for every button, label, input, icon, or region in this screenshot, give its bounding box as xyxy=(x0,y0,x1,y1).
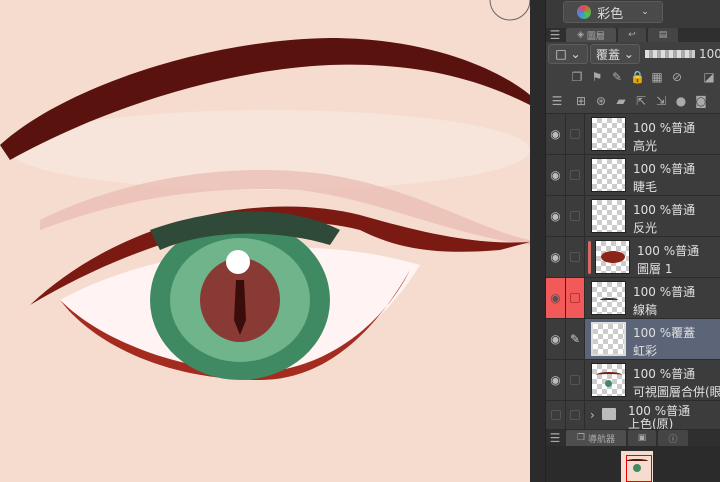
layer-color-marker xyxy=(588,241,591,274)
layer-thumbnail xyxy=(591,281,626,315)
opacity-value: 100 xyxy=(699,47,720,61)
layer-thumbnail xyxy=(591,158,626,192)
tab-animation[interactable]: ▤ xyxy=(648,28,678,42)
layer-row[interactable]: ◉ 100 %普通 圖層 1 xyxy=(546,237,720,278)
create-mask-icon[interactable]: ● xyxy=(674,94,688,108)
layer-thumbnail xyxy=(591,117,626,151)
visibility-eye-icon[interactable]: ◉ xyxy=(546,237,566,277)
layer-lock-toolbar: ❐ ⚑ ✎ 🔒 ▦ ⊘ ◪ xyxy=(546,66,720,88)
undo-icon: ↩ xyxy=(628,30,636,40)
visibility-eye-icon[interactable]: ◉ xyxy=(546,155,566,195)
clapper-icon: ▤ xyxy=(658,30,668,40)
color-wheel-icon xyxy=(577,5,592,19)
pen-edit-icon: ✎ xyxy=(566,319,585,359)
layer-row[interactable]: ◉ 100 %普通 高光 xyxy=(546,114,720,155)
visibility-eye-icon[interactable]: ◉ xyxy=(546,196,566,236)
layer-property-bar: □ ⌄ 覆蓋 ⌄ 100 xyxy=(546,42,720,66)
layer-name: 上色(原) xyxy=(628,417,674,430)
draft-icon[interactable]: ✎ xyxy=(610,70,624,84)
folder-icon xyxy=(602,408,616,420)
menu-icon[interactable]: ☰ xyxy=(548,28,562,42)
tab-navigator-label: 導航器 xyxy=(587,434,615,445)
layer-opacity-mode: 100 %普通 xyxy=(637,244,700,258)
tab-sub-view[interactable]: ▣ xyxy=(628,430,656,446)
opacity-slider[interactable] xyxy=(645,50,695,58)
layer-opacity-mode: 100 %普通 xyxy=(633,285,696,299)
layer-name: 虹彩 xyxy=(633,344,658,358)
navigator-icon: ❐ xyxy=(577,433,586,443)
tab-info[interactable]: ⓘ xyxy=(658,430,688,446)
merge-down-icon[interactable]: ⇲ xyxy=(654,94,668,108)
tab-layers-label: 圖層 xyxy=(586,31,605,42)
layer-opacity-mode: 100 %覆蓋 xyxy=(633,326,696,340)
lock-checkbox[interactable] xyxy=(566,155,585,195)
layer-name: 圖層 1 xyxy=(637,262,673,276)
new-vector-layer-icon[interactable]: ⊛ xyxy=(594,94,608,108)
layer-row[interactable]: ◉ 100 %普通 線稿 xyxy=(546,278,720,319)
layer-thumbnail xyxy=(591,322,626,356)
lock-checkbox[interactable] xyxy=(566,401,585,429)
tab-navigator[interactable]: ❐ 導航器 xyxy=(566,430,626,446)
layer-thumbnail xyxy=(591,363,626,397)
layer-name: 高光 xyxy=(633,139,658,153)
transfer-up-icon[interactable]: ⇱ xyxy=(634,94,648,108)
layer-row[interactable]: ◉ 100 %普通 可視圖層合併(眼珠 xyxy=(546,360,720,401)
layer-name: 反光 xyxy=(633,221,658,235)
visibility-eye-icon[interactable]: ◉ xyxy=(546,319,566,359)
tab-history[interactable]: ↩ xyxy=(618,28,646,42)
layer-row[interactable]: ◉ 100 %普通 睫毛 xyxy=(546,155,720,196)
lock-checkbox[interactable] xyxy=(566,114,585,154)
mask-icon[interactable]: ⊘ xyxy=(670,70,684,84)
right-panel: 彩色 ⌄ ☰ ◈ 圖層 ↩ ▤ □ ⌄ 覆蓋 ⌄ 100 ❐ ⚑ ✎ 🔒 ▦ ⊘… xyxy=(530,0,720,482)
panel-scroll-strip[interactable] xyxy=(530,0,546,482)
lock-checkbox[interactable] xyxy=(566,360,585,400)
layer-row-selected[interactable]: ◉ ✎ 100 %覆蓋 虹彩 xyxy=(546,319,720,360)
reference-icon[interactable]: ⚑ xyxy=(590,70,604,84)
layer-folder-row[interactable]: › 100 %普通 上色(原) xyxy=(546,401,720,430)
layer-name: 可視圖層合併(眼珠 xyxy=(633,385,720,399)
layer-thumbnail xyxy=(595,240,630,274)
lock-transparency-icon[interactable]: ▦ xyxy=(650,70,664,84)
chevron-right-icon[interactable]: › xyxy=(590,408,595,422)
lock-icon[interactable]: 🔒 xyxy=(630,70,645,84)
clip-icon[interactable]: ❐ xyxy=(570,70,584,84)
layer-opacity-mode: 100 %普通 xyxy=(633,162,696,176)
viewport-frame[interactable] xyxy=(626,455,652,482)
menu-icon[interactable]: ☰ xyxy=(548,431,562,445)
camera-icon[interactable]: ◙ xyxy=(694,94,708,108)
panel-tabs: ☰ ◈ 圖層 ↩ ▤ xyxy=(546,28,720,42)
lock-checkbox[interactable] xyxy=(566,196,585,236)
layer-thumbnail xyxy=(591,199,626,233)
navigator-view[interactable] xyxy=(546,446,720,482)
layer-row[interactable]: ◉ 100 %普通 反光 xyxy=(546,196,720,237)
layer-opacity-mode: 100 %普通 xyxy=(633,367,696,381)
visibility-checkbox[interactable] xyxy=(546,401,566,429)
lock-checkbox[interactable] xyxy=(566,237,585,277)
layer-color-button[interactable]: □ ⌄ xyxy=(548,44,588,64)
new-folder-icon[interactable]: ▰ xyxy=(614,94,628,108)
mask-disable-icon[interactable]: ◪ xyxy=(702,70,716,84)
navigator-tabs: ☰ ❐ 導航器 ▣ ⓘ xyxy=(546,430,720,446)
navigator-preview xyxy=(621,451,653,482)
color-mode-select[interactable]: 彩色 ⌄ xyxy=(563,1,663,23)
layers-icon: ◈ xyxy=(577,30,585,40)
new-raster-layer-icon[interactable]: ⊞ xyxy=(574,94,588,108)
layer-action-toolbar: ☰ ⊞ ⊛ ▰ ⇱ ⇲ ● ◙ xyxy=(546,88,720,114)
lock-checkbox[interactable] xyxy=(566,278,585,318)
chevron-down-icon: ⌄ xyxy=(641,7,649,17)
layer-opacity-mode: 100 %普通 xyxy=(633,121,696,135)
color-mode-label: 彩色 xyxy=(597,6,624,22)
blend-mode-select[interactable]: 覆蓋 ⌄ xyxy=(590,44,640,64)
visibility-eye-icon[interactable]: ◉ xyxy=(546,360,566,400)
layer-name: 睫毛 xyxy=(633,180,658,194)
visibility-eye-icon[interactable]: ◉ xyxy=(546,278,566,318)
layer-opacity-mode: 100 %普通 xyxy=(633,203,696,217)
drawing-canvas[interactable] xyxy=(0,0,530,482)
layer-list-icon[interactable]: ☰ xyxy=(550,94,564,108)
tab-layers[interactable]: ◈ 圖層 xyxy=(566,28,616,42)
blend-mode-label: 覆蓋 xyxy=(596,47,621,62)
layer-name: 線稿 xyxy=(633,303,658,317)
visibility-eye-icon[interactable]: ◉ xyxy=(546,114,566,154)
